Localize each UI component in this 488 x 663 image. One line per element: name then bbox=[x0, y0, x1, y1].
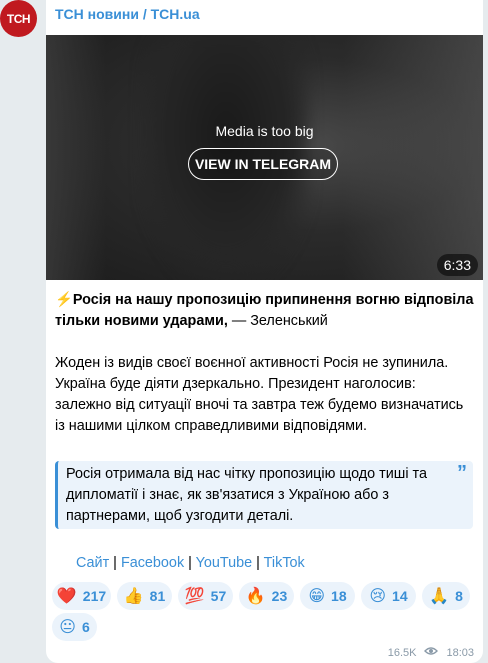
social-links: Сайт | Facebook | YouTube | TikTok bbox=[76, 555, 305, 571]
reaction-count: 81 bbox=[149, 588, 166, 604]
reaction-heart[interactable]: ❤️ 217 bbox=[52, 582, 111, 610]
reaction-count: 217 bbox=[82, 588, 107, 604]
view-count: 16.5K bbox=[387, 646, 417, 659]
reaction-count: 14 bbox=[392, 588, 408, 604]
post-headline-tail: — Зеленський bbox=[227, 313, 328, 329]
fire-icon: 🔥 bbox=[245, 588, 266, 605]
message-meta: 16.5K 18:03 bbox=[388, 646, 474, 659]
reaction-grin[interactable]: 😁 18 bbox=[300, 582, 355, 610]
reaction-pray[interactable]: 🙏 8 bbox=[422, 582, 470, 610]
video-media[interactable]: Media is too big VIEW IN TELEGRAM 6:33 bbox=[46, 35, 483, 280]
reaction-count: 18 bbox=[331, 588, 347, 604]
video-duration-badge: 6:33 bbox=[436, 254, 478, 276]
link-tiktok[interactable]: TikTok bbox=[264, 555, 305, 571]
reaction-hundred[interactable]: 💯 57 bbox=[178, 582, 233, 610]
view-in-telegram-button[interactable]: VIEW IN TELEGRAM bbox=[188, 148, 338, 180]
reaction-count: 8 bbox=[455, 588, 463, 604]
neutral-face-icon: 😐 bbox=[59, 619, 76, 636]
post-quote-text: Росія отримала від нас чітку пропозицію … bbox=[66, 466, 427, 524]
media-too-big-notice: Media is too big bbox=[215, 123, 314, 139]
media-blur-right bbox=[343, 35, 483, 280]
post-quote: Росія отримала від нас чітку пропозицію … bbox=[55, 461, 473, 529]
reaction-fire[interactable]: 🔥 23 bbox=[239, 582, 294, 610]
post-body: Жоден із видів своєї воєнної активності … bbox=[55, 355, 464, 434]
reaction-count: 23 bbox=[271, 588, 288, 604]
link-facebook[interactable]: Facebook bbox=[121, 555, 184, 571]
heart-icon: ❤️ bbox=[56, 588, 77, 605]
thumbs-up-icon: 👍 bbox=[123, 588, 144, 605]
channel-avatar[interactable]: TCH bbox=[0, 0, 37, 37]
reaction-count: 6 bbox=[81, 619, 90, 635]
eye-icon bbox=[424, 646, 439, 659]
link-separator: | bbox=[109, 555, 121, 571]
link-youtube[interactable]: YouTube bbox=[196, 555, 253, 571]
pray-icon: 🙏 bbox=[429, 588, 450, 605]
grin-icon: 😁 bbox=[308, 588, 326, 605]
channel-name-link[interactable]: ТСН новини / TCH.ua bbox=[55, 6, 200, 22]
link-site[interactable]: Сайт bbox=[76, 555, 109, 571]
media-blur-left bbox=[46, 35, 106, 280]
reaction-thumbs-up[interactable]: 👍 81 bbox=[117, 582, 172, 610]
message-bubble: ТСН новини / TCH.ua Media is too big VIE… bbox=[46, 0, 483, 663]
link-separator: | bbox=[184, 555, 196, 571]
hundred-icon: 💯 bbox=[184, 588, 205, 605]
reaction-neutral[interactable]: 😐 6 bbox=[52, 613, 97, 641]
post-headline: ⚡️Росія на нашу пропозицію припинення во… bbox=[55, 290, 475, 332]
cry-icon: 😢 bbox=[369, 588, 387, 605]
reaction-count: 57 bbox=[210, 588, 227, 604]
message-time: 18:03 bbox=[446, 646, 474, 659]
link-separator: | bbox=[252, 555, 264, 571]
quote-icon: ” bbox=[457, 462, 467, 484]
reaction-cry[interactable]: 😢 14 bbox=[361, 582, 416, 610]
